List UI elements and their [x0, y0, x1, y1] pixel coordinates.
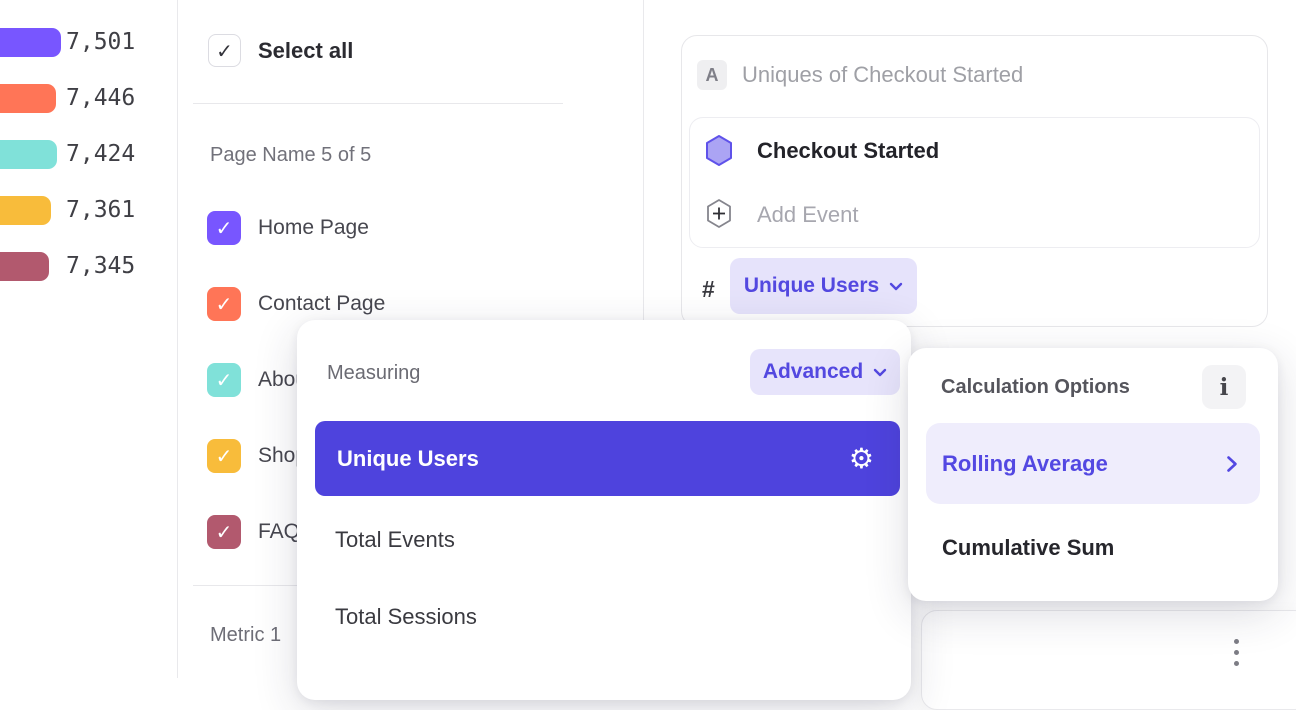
- filter-item-label[interactable]: Home Page: [258, 211, 369, 245]
- count-prefix: #: [702, 276, 715, 303]
- checkbox-home-page[interactable]: ✓: [207, 211, 241, 245]
- measurement-dropdown[interactable]: Unique Users: [730, 258, 917, 314]
- advanced-mode-button[interactable]: Advanced: [750, 349, 900, 395]
- select-all-label[interactable]: Select all: [258, 36, 353, 66]
- bar-segment: [0, 196, 51, 225]
- second-metric-card: [921, 610, 1296, 710]
- checkbox-shop-page[interactable]: ✓: [207, 439, 241, 473]
- bar-value: 7,501: [66, 28, 135, 57]
- bar-value: 7,361: [66, 196, 135, 225]
- menu-option-total-sessions[interactable]: Total Sessions: [335, 604, 477, 630]
- add-event-icon[interactable]: [705, 198, 733, 229]
- bar-segment: [0, 84, 56, 113]
- calc-option-rolling-average[interactable]: Rolling Average: [926, 423, 1260, 504]
- calc-option-label: Rolling Average: [942, 451, 1108, 477]
- checkmark-icon: ✓: [216, 368, 233, 392]
- measurement-label: Unique Users: [744, 274, 879, 298]
- gear-icon[interactable]: ⚙: [849, 445, 874, 473]
- advanced-label: Advanced: [763, 360, 863, 384]
- filter-group-label: Page Name 5 of 5: [210, 144, 371, 167]
- metric-label: Metric 1: [210, 624, 281, 647]
- checkmark-icon: ✓: [216, 292, 233, 316]
- menu-option-label: Unique Users: [337, 446, 479, 472]
- kebab-menu-icon[interactable]: [1234, 639, 1239, 666]
- calculation-options-menu: Calculation Options i Rolling Average Cu…: [908, 348, 1278, 601]
- checkmark-icon: ✓: [216, 444, 233, 468]
- bar-segment: [0, 140, 57, 169]
- chevron-right-icon: [1226, 455, 1238, 473]
- select-all-checkbox[interactable]: ✓: [208, 34, 241, 67]
- event-hexagon-icon: [704, 134, 734, 167]
- chevron-down-icon: [889, 282, 903, 291]
- measuring-menu: Measuring Advanced Unique Users ⚙ Total …: [297, 320, 911, 700]
- event-list-card: [689, 117, 1260, 248]
- checkmark-icon: ✓: [216, 216, 233, 240]
- checkbox-about-page[interactable]: ✓: [207, 363, 241, 397]
- checkbox-contact-page[interactable]: ✓: [207, 287, 241, 321]
- series-name-input[interactable]: Uniques of Checkout Started: [742, 62, 1023, 88]
- menu-option-unique-users[interactable]: Unique Users ⚙: [315, 421, 900, 496]
- bar-value: 7,424: [66, 140, 135, 169]
- left-panel-divider: [177, 0, 178, 678]
- checkbox-faq-page[interactable]: ✓: [207, 515, 241, 549]
- measuring-menu-title: Measuring: [327, 362, 420, 385]
- filter-item-label[interactable]: Contact Page: [258, 287, 385, 321]
- bar-segment: [0, 28, 61, 57]
- bar-segment: [0, 252, 49, 281]
- event-name[interactable]: Checkout Started: [757, 138, 939, 164]
- info-icon[interactable]: i: [1202, 365, 1246, 409]
- calc-option-cumulative-sum[interactable]: Cumulative Sum: [942, 535, 1114, 561]
- bar-value: 7,446: [66, 84, 135, 113]
- checkmark-icon: ✓: [216, 520, 233, 544]
- chevron-down-icon: [873, 368, 887, 377]
- menu-option-total-events[interactable]: Total Events: [335, 527, 455, 553]
- bar-value: 7,345: [66, 252, 135, 281]
- calculation-options-title: Calculation Options: [941, 376, 1130, 399]
- checkmark-icon: ✓: [216, 39, 233, 63]
- filter-divider: [193, 103, 563, 104]
- series-letter-badge[interactable]: A: [697, 60, 727, 90]
- add-event-label[interactable]: Add Event: [757, 202, 859, 228]
